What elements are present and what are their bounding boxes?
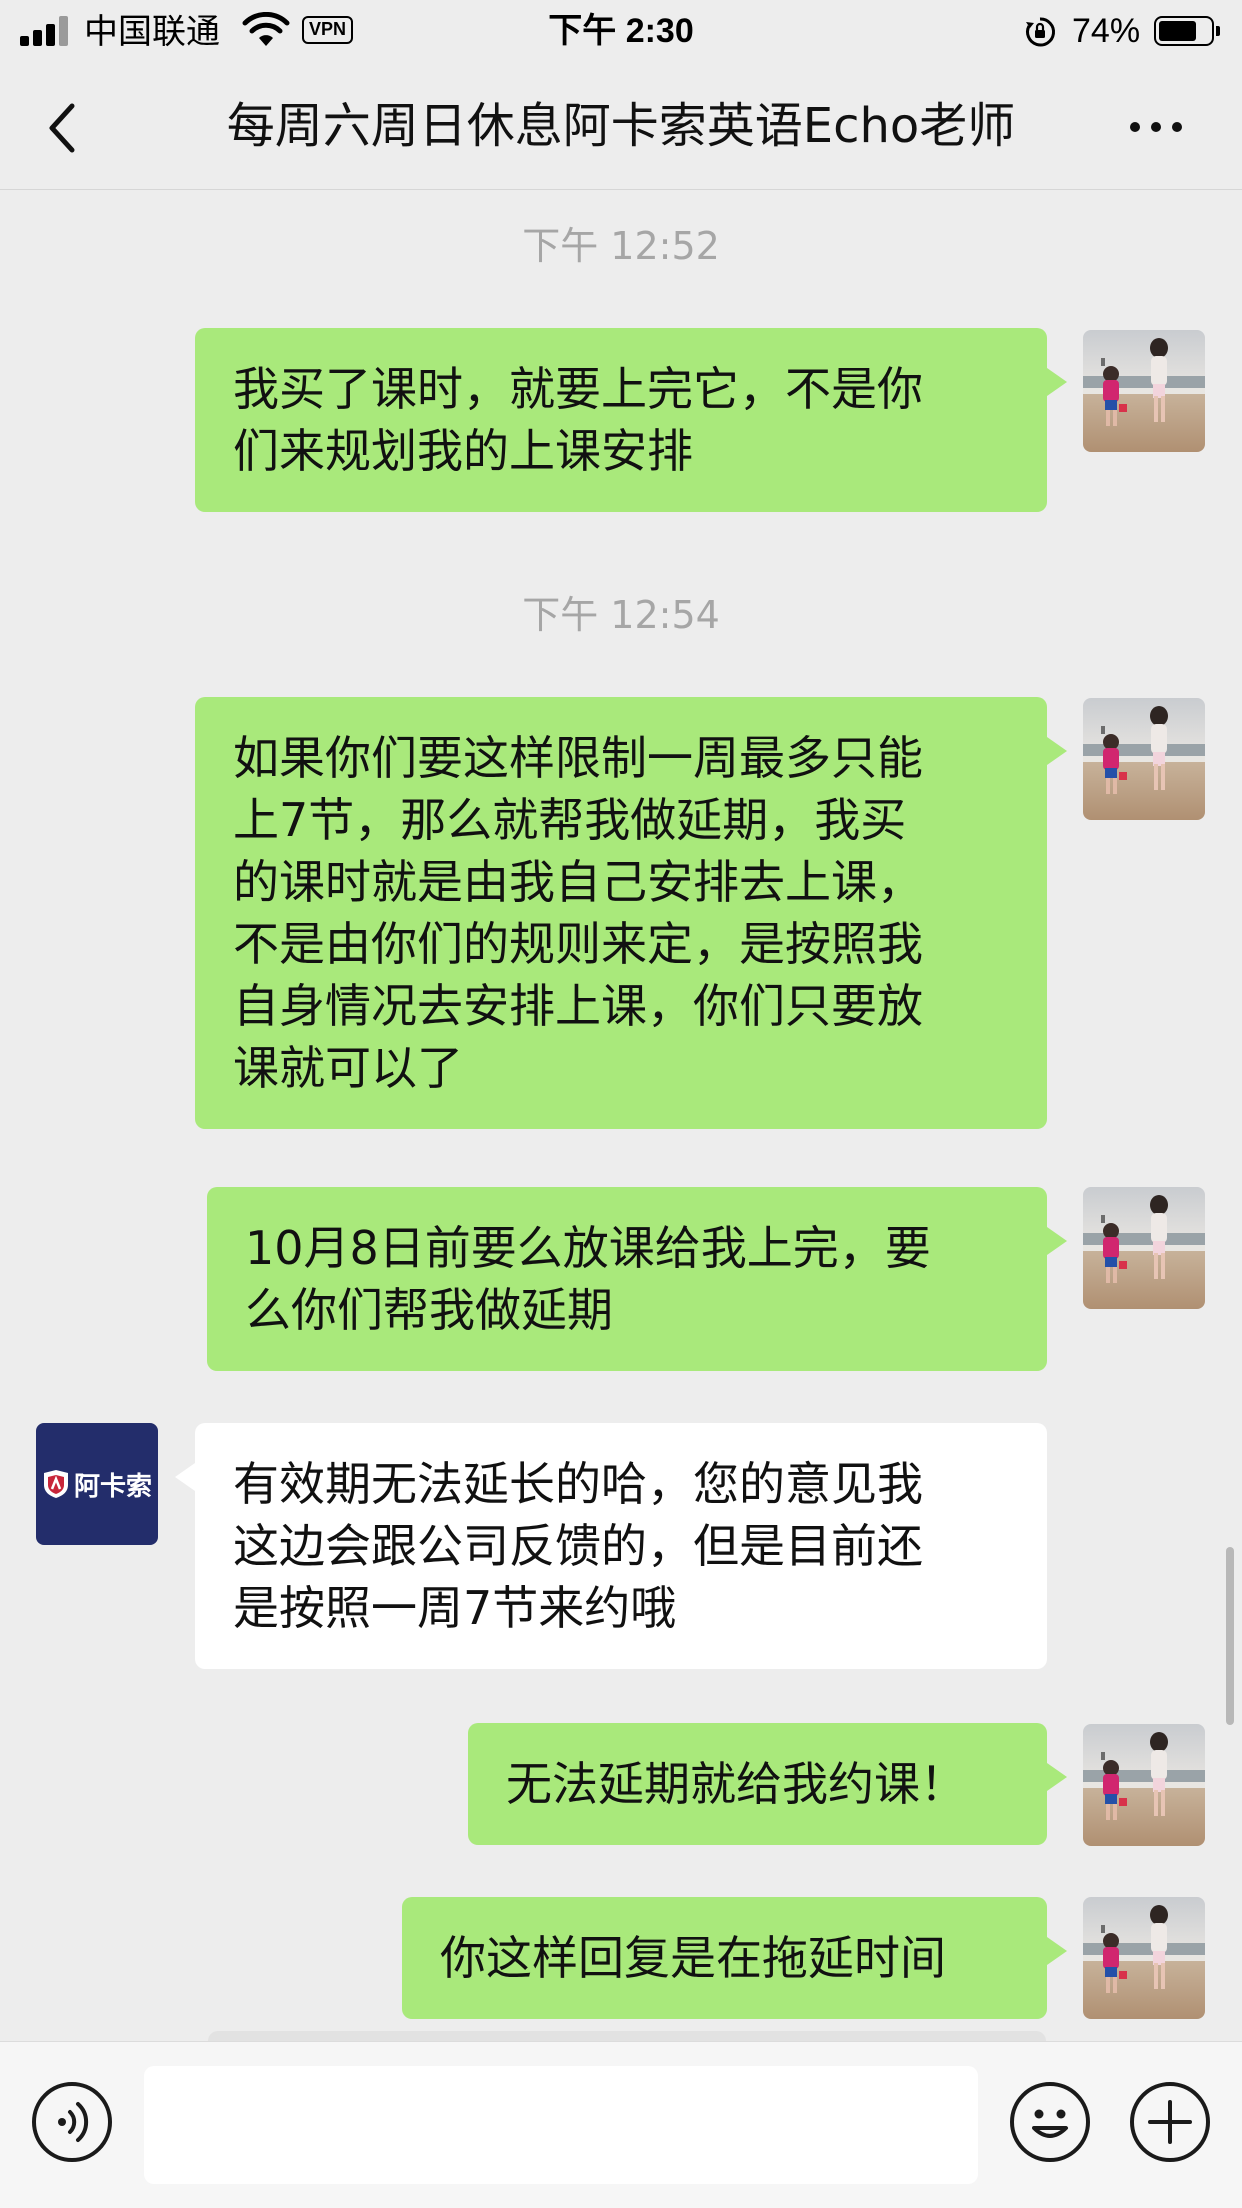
- message-line: 如果你们要这样限制一周最多只能: [233, 731, 923, 785]
- beach-photo-icon: [1083, 698, 1205, 820]
- message-input[interactable]: [144, 2066, 978, 2184]
- outgoing-message[interactable]: 无法延期就给我约课！: [468, 1723, 1067, 1845]
- message-line: 么你们帮我做延期: [245, 1283, 613, 1337]
- outgoing-message[interactable]: 你这样回复是在拖延时间: [402, 1897, 1067, 2019]
- message-timestamp: 下午 12:52: [522, 224, 720, 268]
- orientation-lock-icon: [1026, 17, 1056, 47]
- outgoing-message[interactable]: 我买了课时，就要上完它，不是你 们来规划我的上课安排: [195, 328, 1067, 512]
- message-line: 的课时就是由我自己安排去上课，: [233, 855, 923, 909]
- outgoing-message[interactable]: 如果你们要这样限制一周最多只能 上7节，那么就帮我做延期，我买 的课时就是由我自…: [195, 697, 1067, 1129]
- my-avatar[interactable]: [1083, 1187, 1205, 1309]
- message-line: 这边会跟公司反馈的，但是目前还: [233, 1519, 923, 1573]
- contact-avatar[interactable]: 阿卡索: [36, 1423, 158, 1545]
- battery-percent: 74%: [1072, 12, 1141, 50]
- beach-photo-icon: [1083, 330, 1205, 452]
- beach-photo-icon: [1083, 1897, 1205, 2019]
- scrollbar[interactable]: [1226, 1547, 1234, 1725]
- incoming-message[interactable]: 有效期无法延长的哈，您的意见我 这边会跟公司反馈的，但是目前还 是按照一周7节来…: [175, 1423, 1047, 1669]
- message-list[interactable]: 下午 12:52 我买了课时，就要上完它，不是你 们来规划我的上课安排 下午 1…: [0, 191, 1242, 2041]
- akaso-logo-text: 阿卡索: [73, 1471, 152, 1502]
- message-line: 有效期无法延长的哈，您的意见我: [233, 1457, 923, 1511]
- more-options-button[interactable]: [1128, 112, 1184, 142]
- voice-icon: [58, 2102, 89, 2142]
- emoji-button[interactable]: [1010, 2082, 1090, 2162]
- partial-message: [208, 2031, 1046, 2041]
- nav-bar: 每周六周日休息阿卡索英语Echo老师: [0, 62, 1242, 190]
- akaso-shield-icon: [43, 1470, 68, 1498]
- message-line: 10月8日前要么放课给我上完，要: [245, 1221, 931, 1275]
- my-avatar[interactable]: [1083, 698, 1205, 820]
- message-line: 无法延期就给我约课！: [506, 1757, 966, 1811]
- beach-photo-icon: [1083, 1187, 1205, 1309]
- my-avatar[interactable]: [1083, 330, 1205, 452]
- more-dots-icon: [1130, 122, 1140, 132]
- plus-icon: [1148, 2100, 1192, 2144]
- message-line: 自身情况去安排上课，你们只要放: [233, 979, 923, 1033]
- back-button[interactable]: [40, 98, 90, 158]
- message-line: 我买了课时，就要上完它，不是你: [233, 362, 923, 416]
- my-avatar[interactable]: [1083, 1724, 1205, 1846]
- message-line: 不是由你们的规则来定，是按照我: [233, 917, 923, 971]
- akaso-logo: 阿卡索: [36, 1423, 158, 1545]
- message-line: 上7节，那么就帮我做延期，我买: [233, 793, 907, 847]
- battery-icon: [1154, 16, 1220, 46]
- chat-title: 每周六周日休息阿卡索英语Echo老师: [226, 98, 1016, 154]
- emoji-icon: [1032, 2109, 1068, 2138]
- outgoing-message[interactable]: 10月8日前要么放课给我上完，要 么你们帮我做延期: [207, 1187, 1067, 1371]
- message-timestamp: 下午 12:54: [522, 593, 720, 637]
- message-line: 们来规划我的上课安排: [233, 424, 693, 478]
- message-line: 是按照一周7节来约哦: [233, 1581, 677, 1635]
- plus-button[interactable]: [1130, 2082, 1210, 2162]
- message-line: 课就可以了: [233, 1041, 463, 1095]
- my-avatar[interactable]: [1083, 1897, 1205, 2019]
- message-line: 你这样回复是在拖延时间: [440, 1931, 946, 1985]
- status-bar: 中国联通 VPN 下午 2:30 74%: [0, 0, 1242, 62]
- voice-button[interactable]: [32, 2082, 112, 2162]
- input-bar: [0, 2041, 1242, 2208]
- beach-photo-icon: [1083, 1724, 1205, 1846]
